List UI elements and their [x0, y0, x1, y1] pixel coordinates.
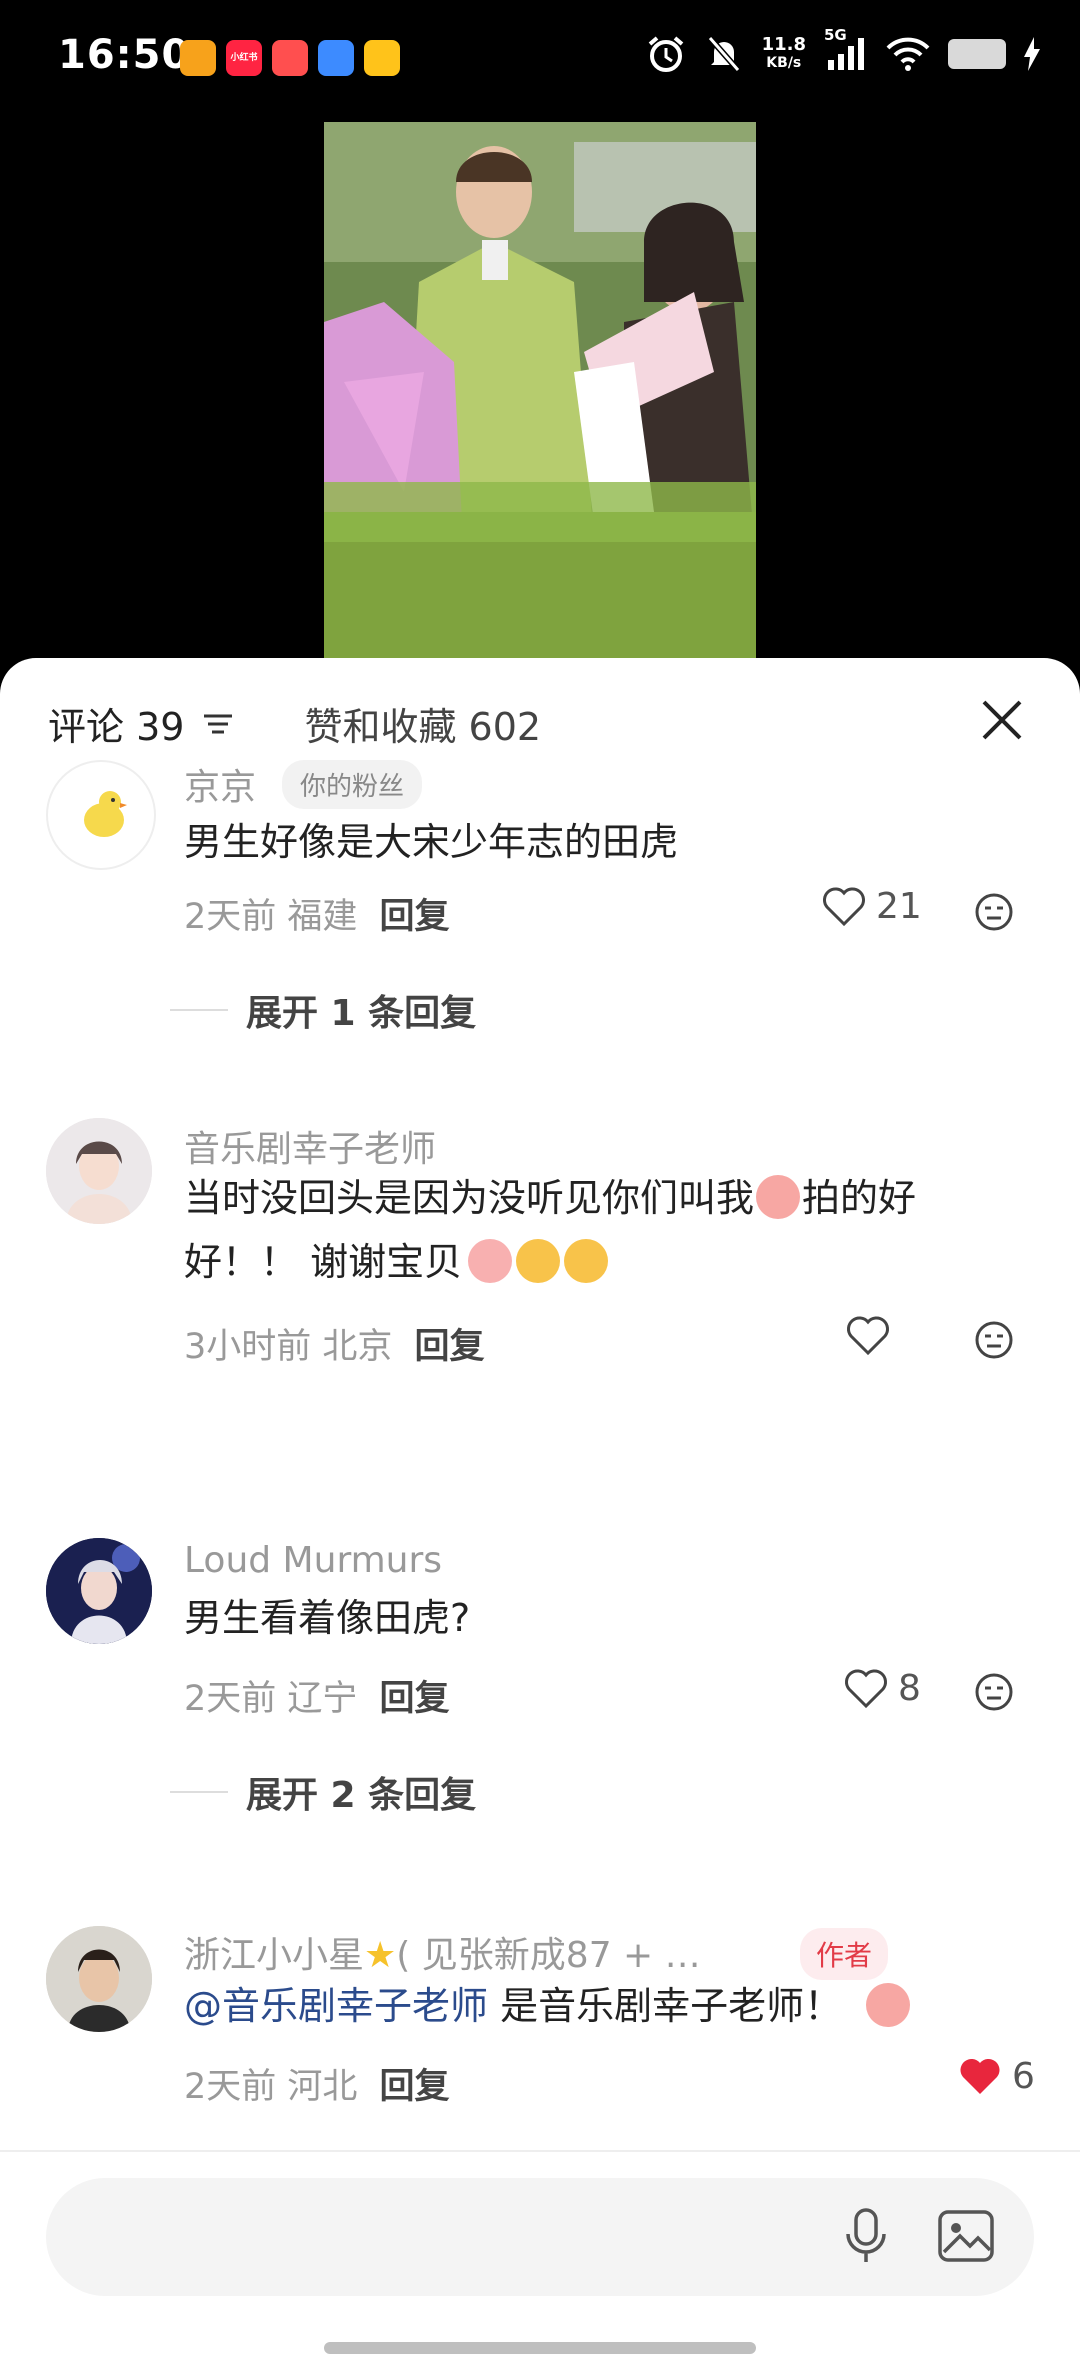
like-button[interactable]: 21 [822, 886, 922, 927]
tab-comments[interactable]: 评论 39 [48, 696, 184, 751]
comment-meta: 2天前 河北 回复 [184, 2067, 450, 2107]
heart-outline-icon [823, 887, 865, 926]
tab-likes-favorites[interactable]: 赞和收藏 602 [304, 696, 541, 751]
home-indicator[interactable] [324, 2342, 756, 2354]
comment-input-bar[interactable] [46, 2178, 1034, 2296]
notification-app-icons: 小红书 [180, 40, 400, 76]
emoji-react-icon[interactable] [974, 892, 1014, 932]
app-notification-icon [318, 40, 354, 76]
author-badge: 作者 [800, 1928, 889, 1980]
comment-meta: 2天前 福建 回复 [184, 897, 450, 937]
heart-outline-icon [845, 1669, 887, 1708]
avatar[interactable] [46, 1538, 152, 1644]
reply-button[interactable]: 回复 [379, 897, 449, 937]
battery-icon [948, 39, 1006, 69]
sheet-tabs: 评论 39 赞和收藏 602 [48, 696, 541, 751]
comment-username[interactable]: 音乐剧幸子老师 [184, 1120, 436, 1172]
comment-username[interactable]: Loud Murmurs [184, 1540, 442, 1581]
expand-replies[interactable]: 展开 2 条回复 [170, 1766, 476, 1818]
like-button-liked[interactable]: 6 [958, 2056, 1035, 2097]
emoji-react-icon[interactable] [974, 1672, 1014, 1712]
avatar[interactable] [46, 1926, 152, 2032]
reply-button[interactable]: 回复 [379, 2067, 449, 2107]
like-button[interactable] [846, 1316, 900, 1356]
emoji-sticker [516, 1239, 561, 1283]
reply-button[interactable]: 回复 [379, 1679, 449, 1719]
close-icon[interactable] [980, 698, 1024, 742]
alarm-icon [648, 36, 683, 72]
status-time: 16:50 [58, 32, 191, 78]
comment-username[interactable]: 浙江小小星★( 见张新成87 + … [184, 1926, 701, 1978]
heart-outline-icon [847, 1316, 889, 1356]
app-notification-icon [272, 40, 308, 76]
photo-illustration [324, 122, 756, 662]
heart-filled-icon [960, 2058, 1000, 2094]
avatar[interactable] [46, 1118, 152, 1224]
network-speed: 11.8 KB/s [761, 34, 806, 72]
divider [0, 2150, 1080, 2152]
star-emoji-icon: ★ [364, 1935, 397, 1976]
expand-replies[interactable]: 展开 1 条回复 [170, 984, 476, 1036]
comment-text: @音乐剧幸子老师 是音乐剧幸子老师！ [184, 1974, 1004, 2038]
image-icon[interactable] [936, 2206, 996, 2266]
profile-photo [46, 1118, 152, 1224]
comment-meta: 2天前 辽宁 回复 [184, 1679, 450, 1719]
status-bar: 16:50 小红书 11.8 KB/s 5G [0, 0, 1080, 118]
fan-badge: 你的粉丝 [282, 760, 423, 809]
weibo-notification-icon [364, 40, 400, 76]
mute-bell-icon [707, 36, 740, 72]
like-button[interactable]: 8 [844, 1668, 921, 1709]
sort-filter-icon[interactable] [198, 704, 238, 744]
profile-photo [46, 1538, 152, 1644]
mention-link[interactable]: @音乐剧幸子老师 [184, 1984, 488, 2028]
wifi-icon [886, 37, 930, 71]
comment-meta: 3小时前 北京 回复 [184, 1327, 485, 1367]
charging-bolt-icon [1024, 37, 1040, 71]
emoji-sticker [564, 1239, 609, 1283]
app-notification-icon [180, 40, 216, 76]
signal-indicator: 5G [824, 26, 868, 76]
comment-username[interactable]: 京京 [184, 758, 256, 810]
reply-button[interactable]: 回复 [414, 1327, 484, 1367]
comment-text: 男生看着像田虎? [184, 1596, 471, 1640]
comments-sheet: 评论 39 赞和收藏 602 京京 你的粉丝 男生好像是大宋少年志的田虎 2天前… [0, 658, 1080, 2376]
microphone-icon[interactable] [842, 2206, 890, 2266]
xiaohongshu-notification-icon: 小红书 [226, 40, 262, 76]
emoji-react-icon[interactable] [974, 1320, 1014, 1360]
chick-avatar-icon [84, 791, 127, 837]
post-photo[interactable] [324, 122, 756, 662]
emoji-sticker [468, 1239, 513, 1283]
emoji-sticker [756, 1175, 801, 1219]
profile-photo [46, 1926, 152, 2032]
system-icons: 11.8 KB/s 5G [646, 26, 1040, 76]
avatar[interactable] [46, 760, 156, 870]
comment-text: 男生好像是大宋少年志的田虎 [184, 820, 679, 864]
comment-text: 当时没回头是因为没听见你们叫我 拍的好好！！ 谢谢宝贝 [184, 1175, 917, 1284]
emoji-sticker [866, 1983, 911, 2027]
